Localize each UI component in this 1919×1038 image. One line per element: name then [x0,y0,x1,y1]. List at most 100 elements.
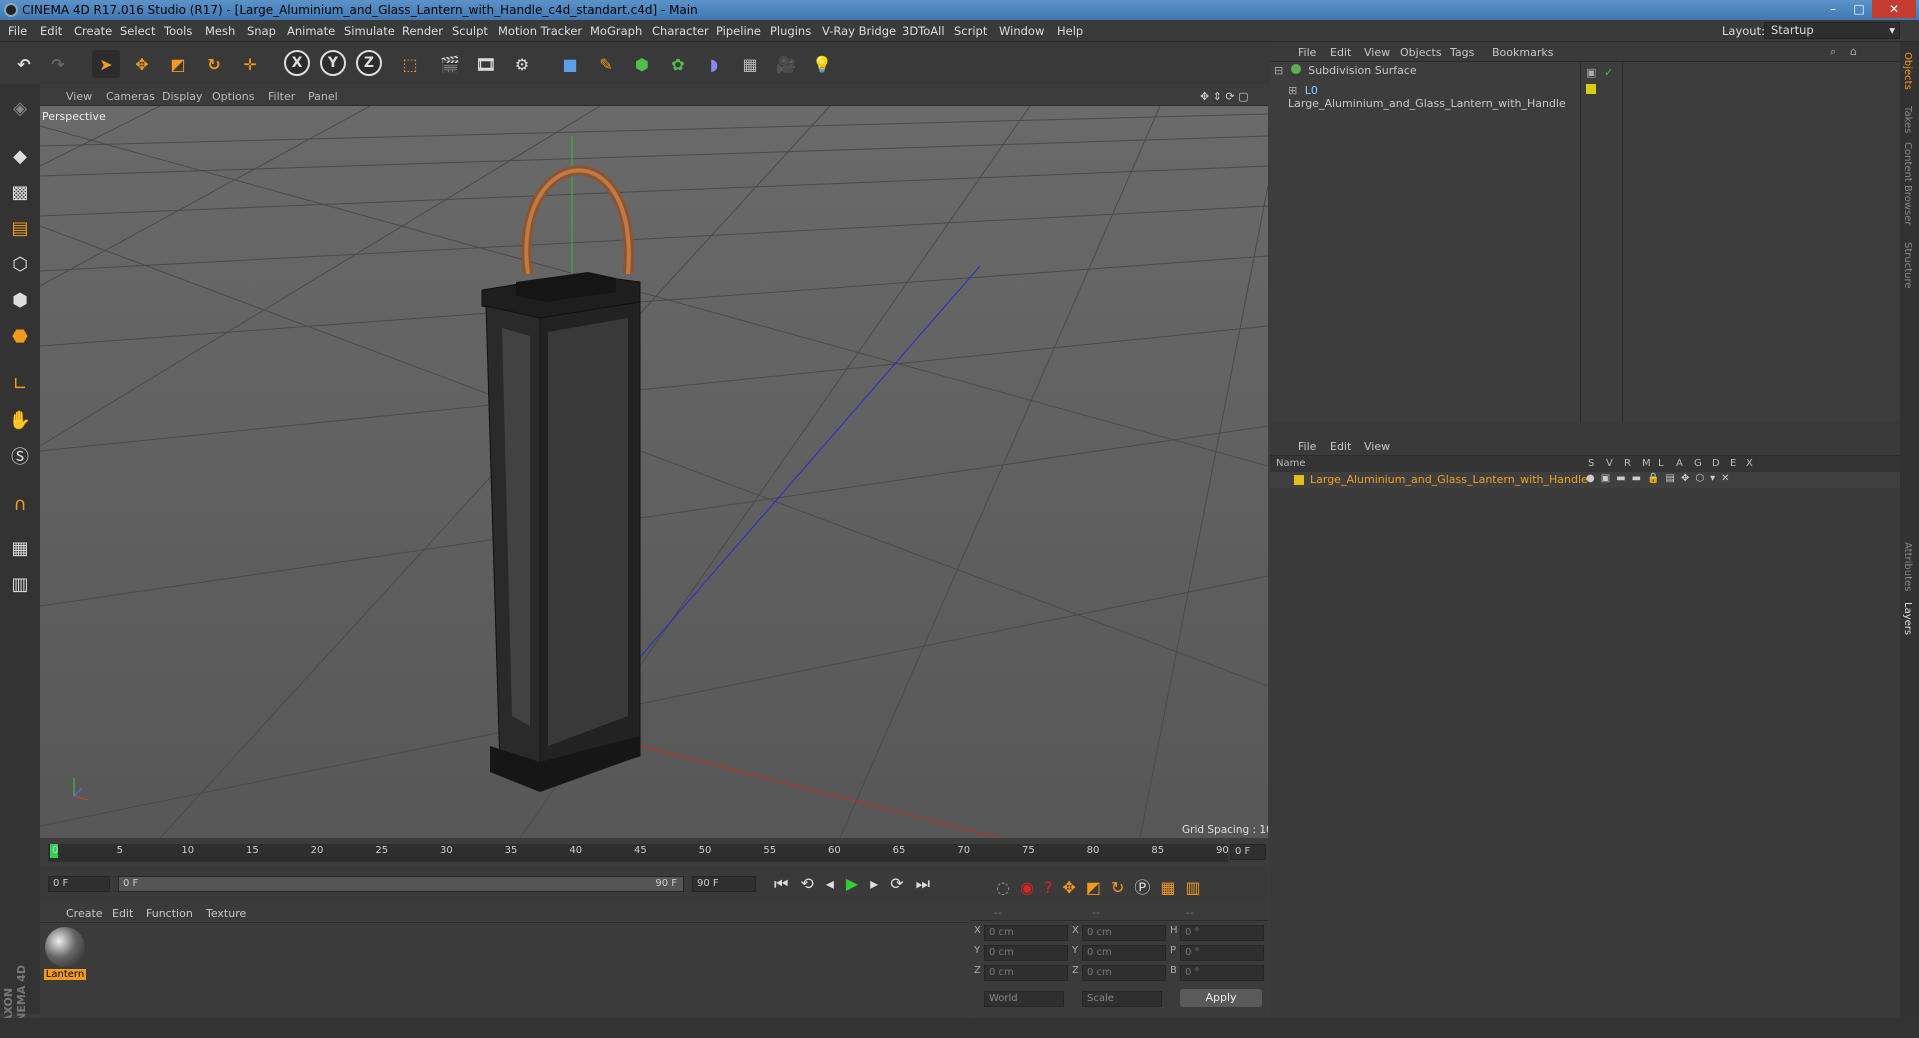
z-axis-icon[interactable]: Z [356,50,382,76]
viewport-menu-cameras[interactable]: Cameras [106,90,155,103]
floor-icon[interactable]: ▦ [736,50,764,78]
render-settings-icon[interactable]: ⚙ [508,50,536,78]
material-menu-edit[interactable]: Edit [112,907,133,920]
objects-menu-objects[interactable]: Objects [1400,46,1442,59]
key-param-icon[interactable]: Ⓟ [1134,878,1160,897]
record-keys-icon[interactable]: ⟲ [800,874,825,893]
lock-workplane-icon[interactable]: ▦ [4,532,36,564]
close-button[interactable]: ✕ [1872,0,1916,18]
menu-create[interactable]: Create [74,24,112,38]
tab-objects[interactable]: Objects [1902,52,1913,90]
menu-3dtoall[interactable]: 3DToAll [902,24,945,38]
material-menu-function[interactable]: Function [146,907,193,920]
layers-menu-edit[interactable]: Edit [1330,440,1351,453]
viewport-menu-view[interactable]: View [66,90,92,103]
menu-tools[interactable]: Tools [164,24,192,38]
coord-size-field[interactable]: 0 cm [1082,945,1166,961]
timeline-ruler[interactable]: 0 5 10 15 20 25 30 35 40 45 50 55 60 65 70 75 80 85 90 0 F [40,840,1268,864]
timeline-window-icon[interactable]: ▥ [1186,878,1211,897]
deformer-icon[interactable]: ◗ [700,50,728,78]
objects-menu-edit[interactable]: Edit [1330,46,1351,59]
objects-menu-bookmarks[interactable]: Bookmarks [1492,46,1553,59]
axis-mode-icon[interactable]: ∟ [4,368,36,400]
visibility-icon[interactable]: ▣ [1586,66,1596,79]
viewport-menu-filter[interactable]: Filter [268,90,295,103]
layers-menu-file[interactable]: File [1298,440,1316,453]
snap-magnet-icon[interactable]: ∩ [4,488,36,520]
model-mode-icon[interactable]: ◆ [4,140,36,172]
coord-position-field[interactable]: 0 cm [984,945,1068,961]
y-axis-icon[interactable]: Y [320,50,346,76]
menu-mesh[interactable]: Mesh [205,24,235,38]
move-tool-icon[interactable]: ✥ [128,50,156,78]
menu-window[interactable]: Window [999,24,1044,38]
material-menu-create[interactable]: Create [66,907,103,920]
play-icon[interactable]: ▶ [846,874,870,893]
pen-spline-icon[interactable]: ✎ [592,50,620,78]
material-swatch[interactable]: Lantern [44,927,86,987]
menu-pipeline[interactable]: Pipeline [716,24,761,38]
coord-rotation-field[interactable]: 0 ° [1180,945,1264,961]
end-frame-field[interactable]: 90 F [692,876,756,892]
tab-takes[interactable]: Takes [1902,106,1913,133]
key-pla-icon[interactable]: ▦ [1160,878,1185,897]
layout-dropdown[interactable]: Startup ▾ [1764,22,1900,39]
object-name[interactable]: Subdivision Surface [1308,64,1416,77]
points-mode-icon[interactable]: ⬡ [4,248,36,280]
viewport-nav-icons[interactable]: ✥ ⇕ ⟳ ▢ [1200,90,1249,103]
coord-rotation-field[interactable]: 0 ° [1180,965,1264,981]
playback-controls[interactable]: ⏮⟲◂▶▸⟳⏭ [774,874,942,894]
tab-attributes[interactable]: Attributes [1902,542,1913,591]
layers-menu-view[interactable]: View [1364,440,1390,453]
step-forward-icon[interactable]: ▸ [870,874,890,893]
enabled-check-icon[interactable]: ✓ [1604,66,1613,79]
menu-snap[interactable]: Snap [247,24,276,38]
menu-simulate[interactable]: Simulate [344,24,395,38]
cube-primitive-icon[interactable]: ■ [556,50,584,78]
solo-mode-icon[interactable]: Ⓢ [4,440,36,472]
coord-scale-dropdown[interactable]: Scale [1082,991,1162,1007]
menu-script[interactable]: Script [954,24,987,38]
go-to-start-icon[interactable]: ⏮ [774,874,800,893]
menu-animate[interactable]: Animate [287,24,335,38]
key-scale-icon[interactable]: ◩ [1086,878,1111,897]
tab-content-browser[interactable]: Content Browser [1902,142,1913,225]
workplane-icon[interactable]: ▤ [4,212,36,244]
tab-layers[interactable]: Layers [1902,602,1913,635]
object-name[interactable]: Large_Aluminium_and_Glass_Lantern_with_H… [1288,97,1566,110]
redo-icon[interactable]: ↷ [44,50,72,78]
search-icon[interactable]: ⌕ [1830,45,1836,59]
make-editable-icon[interactable]: ◈ [4,92,36,124]
frame-range-slider[interactable]: 0 F 90 F [118,876,684,892]
go-to-end-icon[interactable]: ⏭ [916,874,942,893]
maximize-button[interactable]: □ [1846,0,1872,18]
menu-mograph[interactable]: MoGraph [590,24,642,38]
coord-mode-dropdown[interactable]: World [984,991,1064,1007]
expand-icon[interactable]: ⊞ [1288,84,1297,97]
collapse-icon[interactable]: ⊟ [1274,64,1283,77]
menu-select[interactable]: Select [120,24,155,38]
viewport-menu-options[interactable]: Options [212,90,254,103]
coord-position-field[interactable]: 0 cm [984,965,1068,981]
objects-menu-file[interactable]: File [1298,46,1316,59]
key-rotate-icon[interactable]: ↻ [1111,878,1134,897]
render-picture-viewer-icon[interactable]: 🎞 [472,50,500,78]
rotate-tool-icon[interactable]: ↻ [200,50,228,78]
layer-flag-icons[interactable]: ●▣▬▬🔒▤✥⬡▾✕ [1586,473,1735,484]
start-frame-field[interactable]: 0 F [48,876,110,892]
object-row-lantern[interactable]: ⊞ L0 Large_Aluminium_and_Glass_Lantern_w… [1288,84,1588,110]
transform-tool-icon[interactable]: ✛ [236,50,264,78]
coord-rotation-field[interactable]: 0 ° [1180,925,1264,941]
subdivision-icon[interactable]: ⬢ [628,50,656,78]
layer-color-swatch[interactable] [1294,475,1304,485]
minimize-button[interactable]: – [1820,0,1846,18]
key-move-icon[interactable]: ✥ [1062,878,1085,897]
coord-size-field[interactable]: 0 cm [1082,925,1166,941]
home-icon[interactable]: ⌂ [1850,45,1857,58]
menu-plugins[interactable]: Plugins [770,24,811,38]
objects-menu-view[interactable]: View [1364,46,1390,59]
select-arrow-icon[interactable]: ➤ [92,50,120,78]
layer-name[interactable]: Large_Aluminium_and_Glass_Lantern_with_H… [1310,473,1588,486]
3d-viewport[interactable]: Perspective Grid Spacing : 100 cm [40,106,1268,838]
x-axis-icon[interactable]: X [284,50,310,76]
